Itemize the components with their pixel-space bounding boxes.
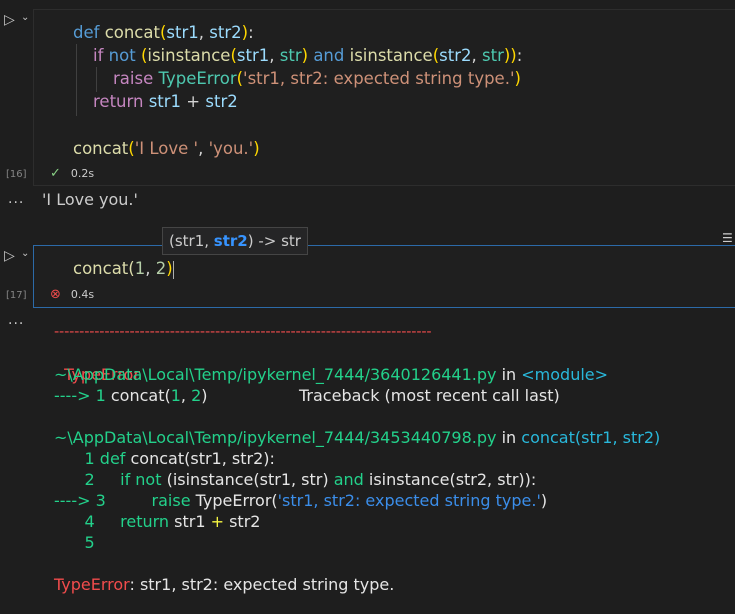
cell16-line-2: if not (isinstance(str1, str) and isinst… [93, 46, 523, 65]
error-icon: ⊗ [50, 287, 61, 302]
run-cell-icon[interactable]: ▷ [4, 12, 15, 28]
traceback-frame2-line1: 1 def concat(str1, str2): [54, 449, 275, 468]
output-menu-ellipsis[interactable]: ... [8, 312, 24, 328]
chevron-down-icon[interactable]: ⌄ [21, 12, 29, 23]
cell16-line-4: return str1 + str2 [93, 92, 238, 111]
traceback-frame1-location: ~\AppData\Local\Temp/ipykernel_7444/3640… [54, 365, 609, 384]
traceback-frame2-line2: 2 if not (isinstance(str1, str) and isin… [54, 470, 537, 489]
indent-guide [96, 67, 97, 92]
cell-toolbar-icon[interactable]: ☰ [722, 231, 733, 245]
traceback-frame2-line3: ----> 3 raise TypeError('str1, str2: exp… [54, 491, 548, 510]
cell16-line-1: def concat(str1, str2): [73, 23, 254, 42]
execution-count: [16] [6, 169, 27, 180]
signature-help-tooltip: (str1, str2) -> str [162, 227, 308, 255]
chevron-down-icon[interactable]: ⌄ [21, 248, 29, 259]
traceback-frame2-line5: 5 [54, 533, 100, 552]
traceback-final-error: TypeError: str1, str2: expected string t… [54, 575, 395, 594]
traceback-frame2-location: ~\AppData\Local\Temp/ipykernel_7444/3453… [54, 428, 661, 447]
execution-count: [17] [6, 290, 27, 301]
traceback-title: Traceback (most recent call last) [299, 386, 560, 405]
indent-guide [76, 44, 77, 116]
cell17-line-1[interactable]: concat(1, 2) [73, 257, 174, 280]
output-menu-ellipsis[interactable]: ... [8, 191, 24, 207]
text-cursor [172, 260, 174, 279]
traceback-separator: ----------------------------------------… [54, 324, 432, 340]
check-icon: ✓ [50, 166, 61, 181]
exec-time: 0.2s [70, 167, 95, 180]
traceback-frame2-line4: 4 return str1 + str2 [54, 512, 261, 531]
cell17-status: ⊗ 0.4s [50, 287, 94, 302]
active-parameter: str2 [213, 232, 248, 250]
output16-text: 'I Love you.' [42, 190, 138, 209]
traceback-frame1-line: ----> 1 concat(1, 2) [54, 386, 208, 405]
exec-time: 0.4s [70, 288, 95, 301]
cell16-line-6: concat('I Love ', 'you.') [73, 139, 260, 158]
cell16-status: ✓ 0.2s [50, 166, 94, 181]
cell16-line-3: raise TypeError('str1, str2: expected st… [113, 69, 521, 88]
run-cell-icon[interactable]: ▷ [4, 248, 15, 264]
